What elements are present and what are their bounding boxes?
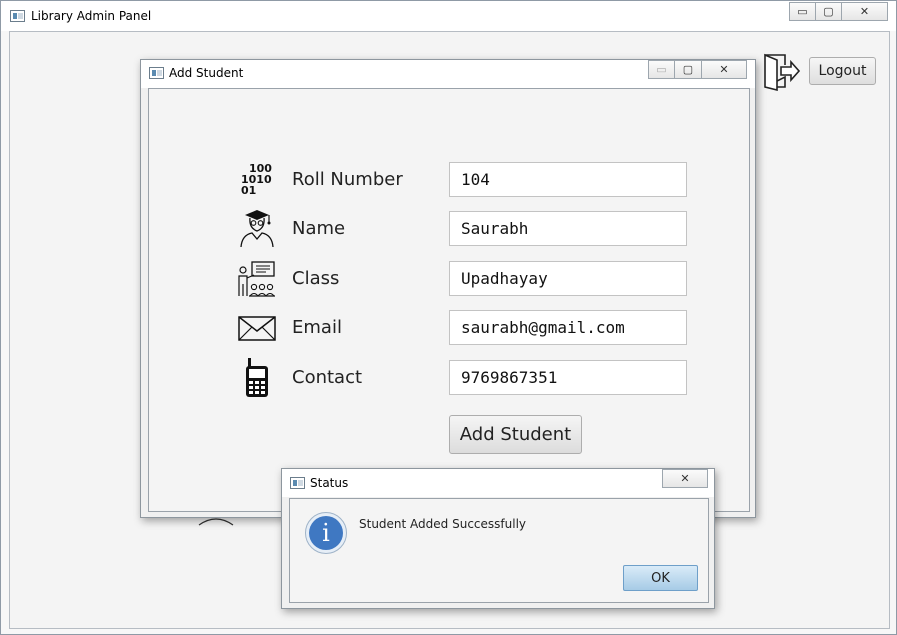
form-row-contact: Contact 9769867351	[149, 358, 751, 399]
dialog-maximize-button[interactable]: ▢	[675, 60, 702, 79]
form-row-email: Email saurabh@gmail.com	[149, 309, 751, 349]
main-titlebar: Library Admin Panel ▭ ▢ ✕	[1, 1, 896, 31]
form-row-name: Name Saurabh	[149, 210, 751, 250]
info-icon-disc: i	[309, 516, 343, 550]
status-dialog: Status ✕ i Student Added Successfully OK	[281, 468, 715, 609]
add-student-titlebar: Add Student ▭ ▢ ✕	[141, 60, 755, 88]
ok-button[interactable]: OK	[623, 565, 698, 591]
binary-icon: 100 1010 01	[237, 161, 277, 201]
status-close-button[interactable]: ✕	[662, 469, 708, 488]
window-title: Library Admin Panel	[31, 9, 152, 23]
class-input[interactable]: Upadhayay	[449, 261, 687, 296]
form-row-class: Class Upadhayay	[149, 260, 751, 300]
email-input[interactable]: saurabh@gmail.com	[449, 310, 687, 345]
status-titlebar: Status ✕	[282, 469, 714, 497]
logout-button[interactable]: Logout	[809, 57, 876, 85]
dialog-window-icon	[149, 67, 164, 79]
graduate-icon	[240, 210, 274, 248]
roll-number-label: Roll Number	[292, 169, 403, 190]
contact-label: Contact	[292, 367, 363, 388]
add-student-button[interactable]: Add Student	[449, 415, 582, 454]
app-window-icon	[10, 10, 25, 22]
roll-number-input[interactable]: 104	[449, 162, 687, 197]
contact-input[interactable]: 9769867351	[449, 360, 687, 395]
info-icon: i	[305, 512, 347, 554]
status-title: Status	[310, 476, 349, 490]
minimize-button[interactable]: ▭	[789, 2, 816, 21]
dialog-minimize-button[interactable]: ▭	[648, 60, 675, 79]
classroom-icon	[238, 261, 275, 297]
add-student-dialog: Add Student ▭ ▢ ✕ 100 1010 01 Roll Numbe…	[140, 59, 756, 518]
email-label: Email	[292, 317, 342, 338]
maximize-button[interactable]: ▢	[816, 2, 842, 21]
status-message: Student Added Successfully	[359, 517, 527, 531]
logout-icon[interactable]	[761, 51, 801, 91]
status-content: i Student Added Successfully OK	[289, 498, 709, 603]
dialog-window-controls: ▭ ▢ ✕	[648, 60, 747, 79]
window-controls: ▭ ▢ ✕	[789, 2, 888, 21]
class-label: Class	[292, 268, 340, 289]
envelope-icon	[238, 316, 276, 341]
name-label: Name	[292, 218, 346, 239]
close-button[interactable]: ✕	[842, 2, 888, 21]
add-student-title: Add Student	[169, 66, 244, 80]
status-window-icon	[290, 477, 305, 489]
mobile-phone-icon	[246, 358, 268, 397]
form-row-roll-number: 100 1010 01 Roll Number 104	[149, 161, 751, 201]
status-window-controls: ✕	[662, 469, 708, 488]
add-student-form: 100 1010 01 Roll Number 104 Name Saurabh	[148, 88, 750, 512]
dialog-close-button[interactable]: ✕	[702, 60, 747, 79]
binary-icon-line: 01	[241, 184, 257, 197]
name-input[interactable]: Saurabh	[449, 211, 687, 246]
